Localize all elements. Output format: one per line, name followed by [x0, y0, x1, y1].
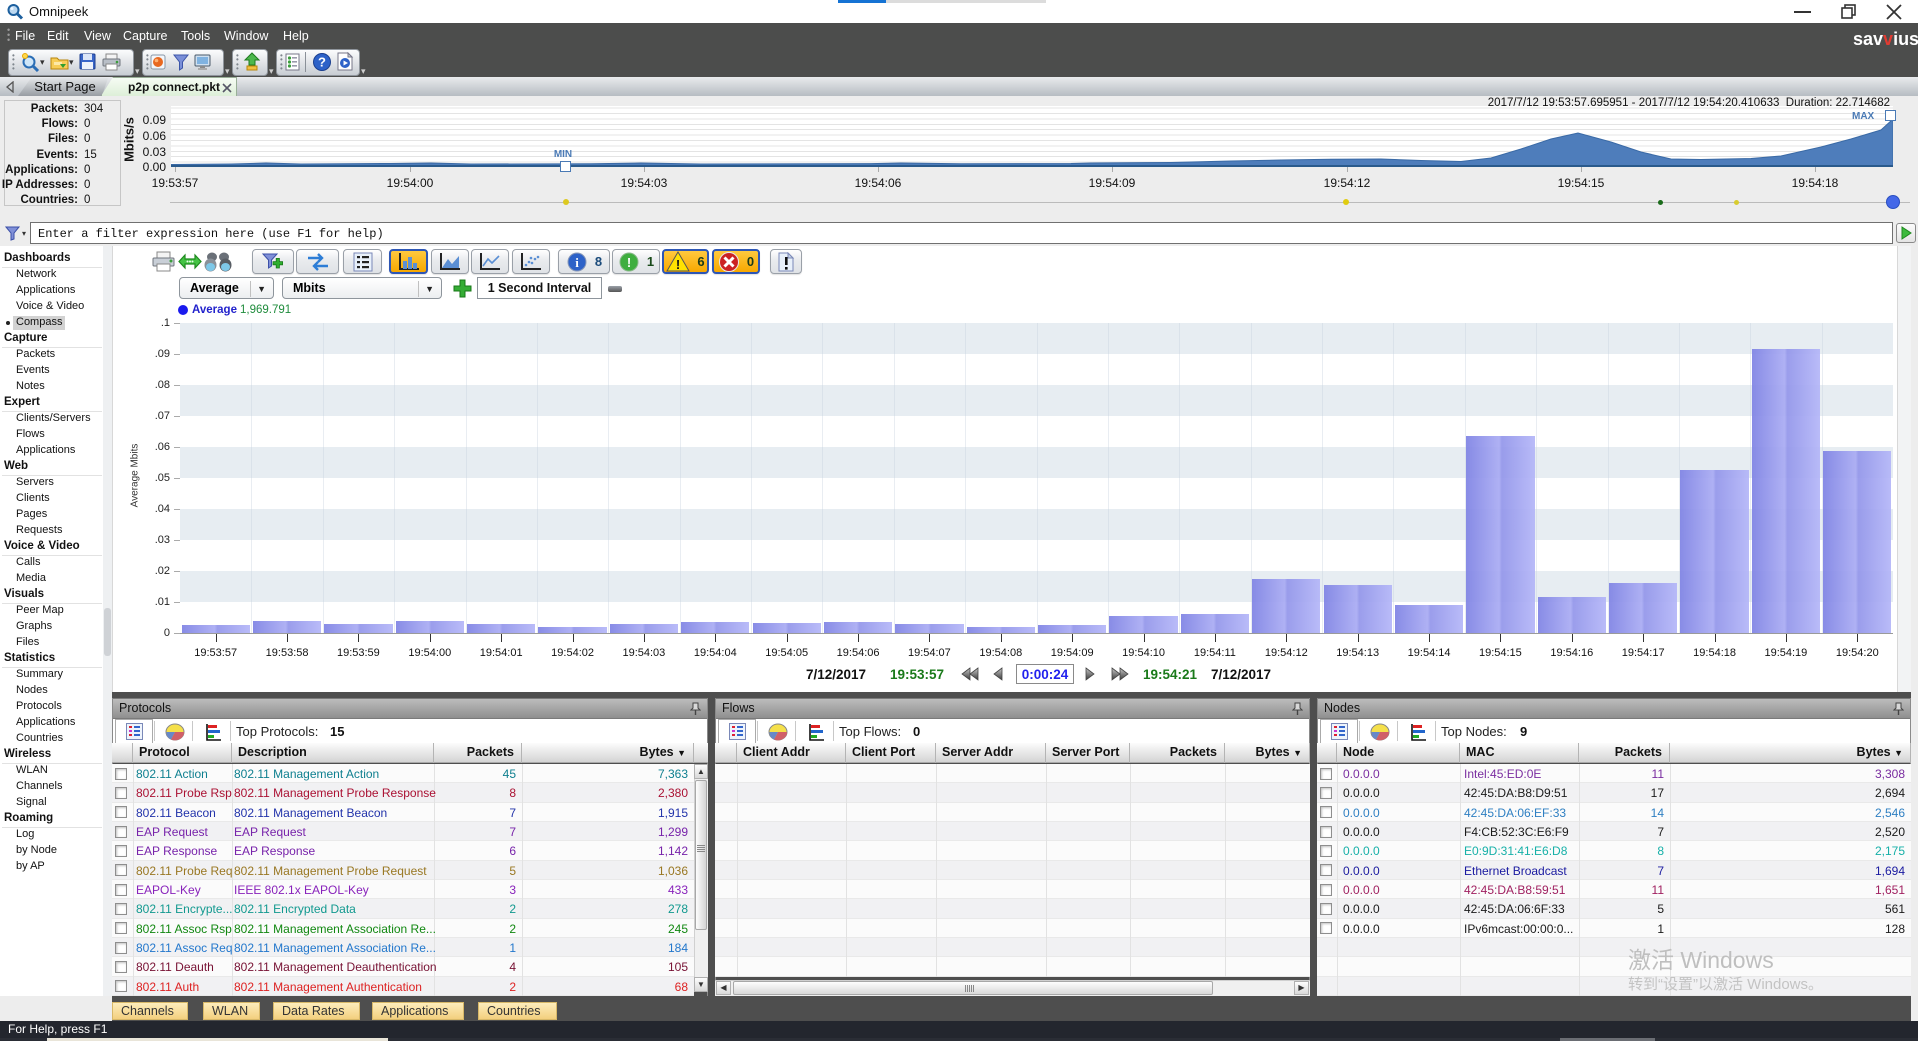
svg-text:!: ! — [676, 257, 680, 272]
svg-text:!: ! — [627, 255, 631, 270]
svg-text:i: i — [575, 255, 579, 270]
svg-text:?: ? — [318, 55, 326, 70]
